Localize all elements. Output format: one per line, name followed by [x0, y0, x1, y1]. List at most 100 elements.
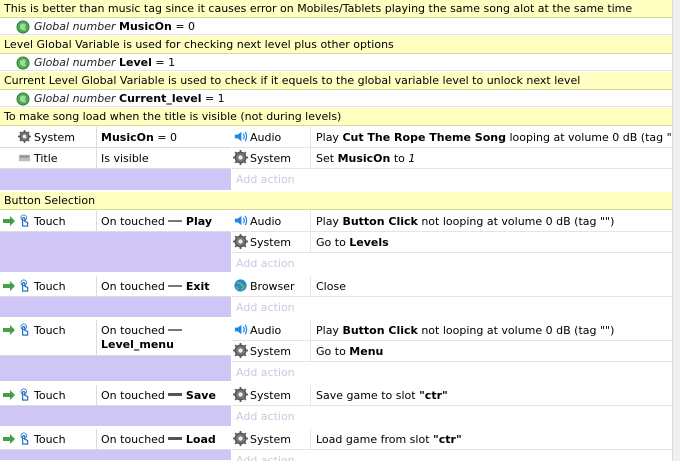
action-text: Set — [316, 152, 338, 165]
condition-row[interactable]: Touch On touched Save — [0, 385, 231, 406]
condition-param: MusicOn — [101, 131, 154, 144]
condition-row[interactable]: Touch On touched Play — [0, 211, 231, 232]
condition-object: Touch — [34, 215, 66, 228]
green-arrow-icon — [3, 390, 15, 400]
action-row[interactable]: Audio Play Button Click not looping at v… — [232, 211, 672, 232]
action-value: 1 — [408, 152, 416, 165]
event-block[interactable]: Touch On touched Level_menu Audio Play B… — [0, 320, 672, 383]
global-variable-icon — [16, 92, 30, 106]
event-sheet: This is better than music tag since it c… — [0, 0, 672, 461]
action-text: Play — [316, 131, 343, 144]
action-text: Go to — [316, 345, 350, 358]
condition-param: Save — [185, 389, 216, 402]
var-kind: Global number — [34, 56, 116, 69]
event-block[interactable]: Touch On touched Play Audio Play Button … — [0, 211, 672, 274]
action-param: Cut The Rope Theme Song — [342, 131, 506, 144]
global-variable-row[interactable]: Global number MusicOn = 0 — [0, 18, 672, 35]
action-row[interactable]: Browser Close — [232, 276, 672, 297]
speaker-icon — [234, 131, 248, 142]
var-name: Level — [119, 56, 152, 69]
var-kind: Global number — [34, 20, 116, 33]
action-row[interactable]: Audio Play Cut The Rope Theme Song loopi… — [232, 127, 672, 148]
add-action-link[interactable]: Add action — [232, 450, 672, 461]
event-block[interactable]: Touch On touched Load System Load game f… — [0, 429, 672, 461]
vertical-scrollbar[interactable] — [672, 0, 680, 461]
condition-object: Touch — [34, 280, 66, 293]
global-variable-row[interactable]: Global number Level = 1 — [0, 54, 672, 71]
action-row[interactable]: System Go to Menu — [232, 341, 672, 362]
action-object: System — [250, 152, 292, 165]
action-object: Audio — [250, 215, 282, 228]
event-block[interactable]: System MusicOn = 0 Title Is visible Audi… — [0, 127, 672, 191]
condition-row[interactable]: Touch On touched Load — [0, 429, 231, 450]
comment-row[interactable]: Level Global Variable is used for checki… — [0, 36, 672, 54]
action-text: Play — [316, 324, 343, 337]
condition-object: Touch — [34, 389, 66, 402]
touch-hand-icon — [20, 279, 29, 292]
comment-text: This is better than music tag since it c… — [4, 2, 633, 15]
add-action-link[interactable]: Add action — [232, 253, 672, 274]
condition-object: Touch — [34, 324, 66, 337]
event-block[interactable]: Touch On touched Save System Save game t… — [0, 385, 672, 427]
action-param: Button Click — [342, 324, 418, 337]
condition-text: On touched — [101, 389, 165, 402]
comment-row[interactable]: This is better than music tag since it c… — [0, 0, 672, 18]
action-object: Audio — [250, 324, 282, 337]
green-arrow-icon — [3, 434, 15, 444]
action-param: Button Click — [342, 215, 418, 228]
touch-hand-icon — [20, 323, 29, 336]
condition-row[interactable]: Touch On touched Exit — [0, 276, 231, 297]
var-value: = 0 — [175, 20, 196, 33]
condition-param: Level_menu — [101, 338, 174, 351]
touch-hand-icon — [20, 388, 29, 401]
condition-text: On touched — [101, 324, 165, 337]
var-name: MusicOn — [119, 20, 172, 33]
comment-text: Level Global Variable is used for checki… — [4, 38, 394, 51]
action-row[interactable]: System Set MusicOn to 1 — [232, 148, 672, 169]
condition-text: On touched — [101, 280, 165, 293]
globe-icon — [234, 279, 247, 292]
action-text: not looping at volume 0 dB (tag "") — [417, 215, 615, 228]
comment-row[interactable]: Button Selection — [0, 192, 672, 210]
condition-param: Exit — [185, 280, 210, 293]
comment-text: Button Selection — [4, 194, 96, 207]
action-text: Load game from slot — [316, 433, 434, 446]
object-line-icon — [168, 393, 183, 396]
global-variable-icon — [16, 56, 30, 70]
comment-row[interactable]: Current Level Global Variable is used to… — [0, 72, 672, 90]
action-object: Audio — [250, 131, 282, 144]
add-action-link[interactable]: Add action — [232, 169, 672, 190]
condition-object: Touch — [34, 433, 66, 446]
gear-icon — [233, 234, 248, 249]
condition-row[interactable]: Touch On touched Level_menu — [0, 320, 231, 356]
gear-icon — [233, 431, 248, 446]
action-row[interactable]: System Load game from slot "ctr" — [232, 429, 672, 450]
var-name: Current_level — [119, 92, 202, 105]
action-row[interactable]: System Go to Levels — [232, 232, 672, 253]
comment-row[interactable]: To make song load when the title is visi… — [0, 108, 672, 126]
condition-text: Is visible — [96, 148, 231, 168]
action-text: looping at volume 0 dB (tag "") — [505, 131, 672, 144]
condition-row[interactable]: System MusicOn = 0 — [0, 127, 231, 148]
action-row[interactable]: Audio Play Button Click not looping at v… — [232, 320, 672, 341]
green-arrow-icon — [3, 325, 15, 335]
gear-icon — [233, 387, 248, 402]
comment-text: Current Level Global Variable is used to… — [4, 74, 581, 87]
action-object: System — [250, 433, 292, 446]
add-action-link[interactable]: Add action — [232, 406, 672, 427]
sprite-icon — [18, 154, 31, 162]
touch-hand-icon — [20, 432, 29, 445]
action-object: System — [250, 236, 292, 249]
var-value: = 1 — [155, 56, 176, 69]
event-block[interactable]: Touch On touched Exit Browser Close Add … — [0, 276, 672, 318]
action-row[interactable]: System Save game to slot "ctr" — [232, 385, 672, 406]
add-action-link[interactable]: Add action — [232, 297, 672, 318]
condition-object: Title — [34, 152, 58, 165]
object-line-icon — [168, 285, 183, 287]
condition-row[interactable]: Title Is visible — [0, 148, 231, 169]
green-arrow-icon — [3, 216, 15, 226]
global-variable-row[interactable]: Global number Current_level = 1 — [0, 90, 672, 107]
global-variable-icon — [16, 20, 30, 34]
add-action-link[interactable]: Add action — [232, 362, 672, 383]
condition-text: On touched — [101, 215, 165, 228]
